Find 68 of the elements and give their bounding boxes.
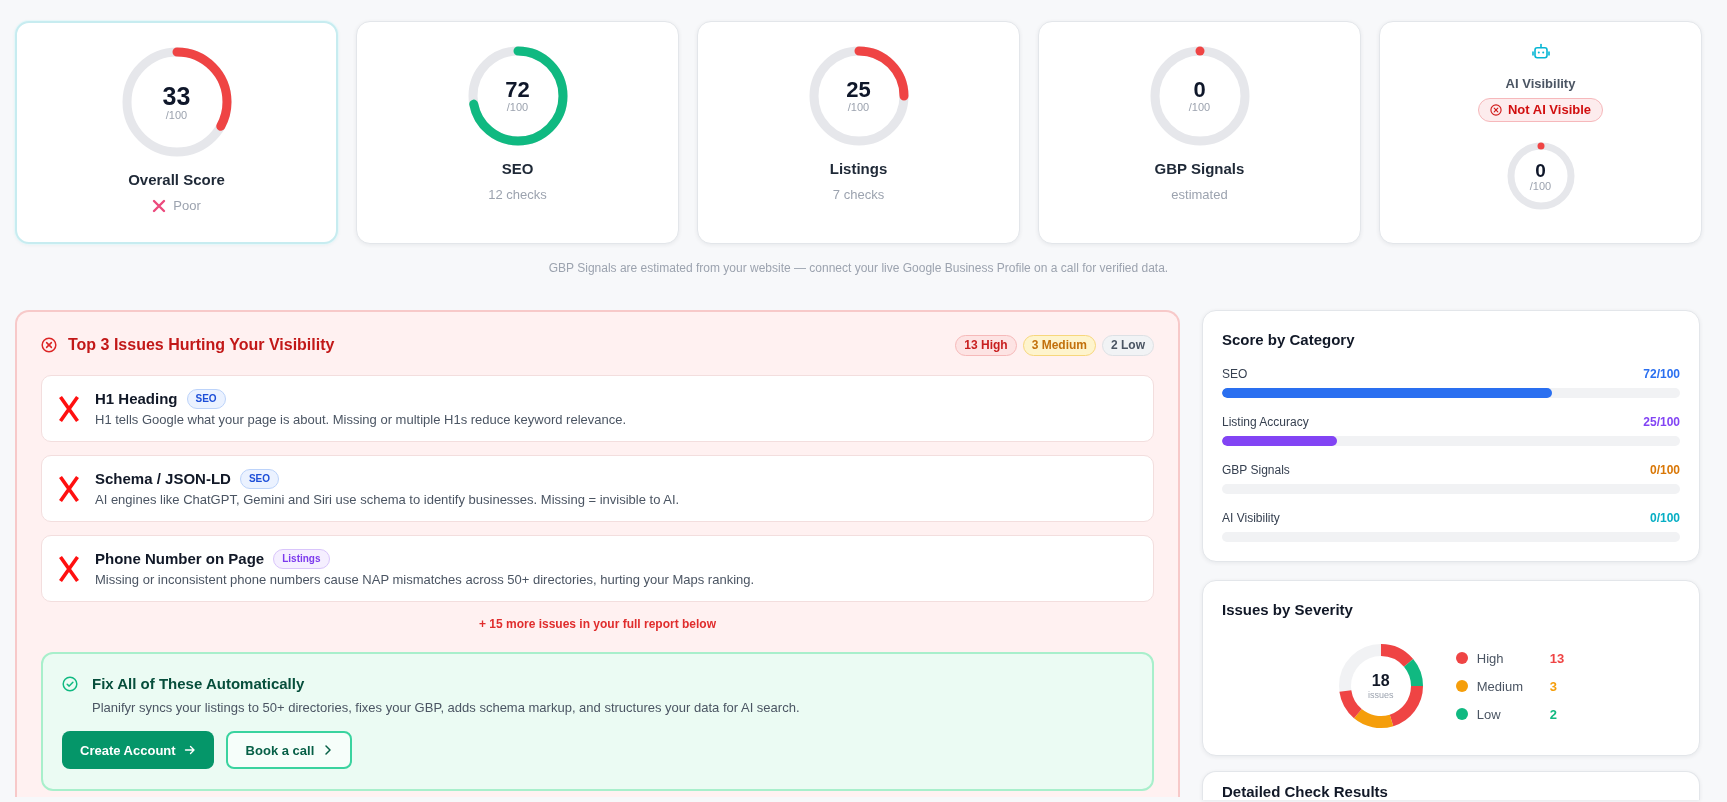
- card-title: SEO: [501, 160, 534, 178]
- create-account-button[interactable]: Create Account: [62, 731, 214, 769]
- legend-label: Low: [1476, 706, 1502, 722]
- issue-description: AI engines like ChatGPT, Gemini and Siri use schema to identify businesses. Missing = invisible to AI.: [95, 492, 680, 508]
- severity-count: 3 Medium: [1022, 334, 1096, 356]
- card-title: Issues by Severity: [1222, 601, 1354, 619]
- issue-title: Phone Number on Page: [95, 549, 265, 569]
- severity-count: 13 High: [955, 334, 1017, 356]
- category-label: AI Visibility: [1222, 511, 1280, 525]
- more-issues-text: + 15 more issues in your full report below: [477, 617, 718, 632]
- card-subtitle: estimated: [1171, 187, 1228, 203]
- category-value: 0/100: [1649, 511, 1680, 525]
- issue-title: H1 Heading: [95, 389, 178, 409]
- badge-label: Not AI Visible: [1507, 102, 1592, 118]
- category-label: GBP Signals: [1222, 463, 1290, 477]
- score-max: /100: [165, 108, 188, 121]
- score-value: 25: [846, 79, 871, 101]
- cross-icon: [58, 554, 80, 583]
- check-circle-icon: [62, 676, 78, 692]
- cross-icon: [152, 199, 167, 213]
- card-title: GBP Signals: [1154, 160, 1245, 178]
- score-value: 33: [162, 83, 191, 109]
- issue-title: Schema / JSON-LD: [95, 469, 231, 489]
- issue-description: Missing or inconsistent phone numbers cause NAP mismatches across 50+ directories, hurting your Maps ranking.: [95, 572, 755, 588]
- panel-title: Top 3 Issues Hurting Your Visibility: [68, 335, 335, 355]
- card-title: Listings: [829, 160, 888, 178]
- error-icon: [41, 337, 57, 353]
- arrow-right-icon: [183, 744, 196, 756]
- score-value: 0: [1193, 79, 1206, 101]
- score-max: /100: [1529, 179, 1552, 192]
- category-tag: SEO: [239, 469, 279, 489]
- score-max: /100: [506, 101, 529, 113]
- card-title: Overall Score: [128, 171, 225, 189]
- card-subtitle: 12 checks: [488, 187, 547, 203]
- error-icon: [1489, 104, 1502, 116]
- cta-description: Planifyr syncs your listings to 50+ directories, fixes your GBP, adds schema markup, and structures your data for AI search.: [91, 700, 801, 716]
- cross-icon: [58, 394, 80, 423]
- legend-count: 2: [1549, 706, 1558, 722]
- robot-icon: [1531, 43, 1550, 61]
- status-label: Poor: [173, 198, 201, 214]
- card-subtitle: 7 checks: [832, 187, 885, 203]
- category-value: 25/100: [1643, 415, 1680, 429]
- legend-count: 13: [1549, 650, 1565, 666]
- score-value: 0: [1535, 160, 1546, 180]
- category-tag: SEO: [186, 389, 226, 409]
- cta-title: Fix All of These Automatically: [92, 674, 305, 694]
- category-label: SEO: [1222, 367, 1248, 381]
- score-value: 72: [505, 79, 530, 101]
- issue-description: H1 tells Google what your page is about. Missing or multiple H1s reduce keyword relevance.: [95, 412, 627, 428]
- legend-label: High: [1476, 650, 1505, 666]
- score-max: /100: [847, 101, 870, 113]
- footnote-text: GBP Signals are estimated from your website — connect your live Google Business Profile on a call for verified data.: [547, 261, 1170, 276]
- cross-icon: [58, 474, 80, 503]
- card-title: Score by Category: [1222, 331, 1356, 349]
- category-label: Listing Accuracy: [1222, 415, 1309, 429]
- score-max: /100: [1188, 101, 1211, 113]
- legend-label: Medium: [1476, 678, 1524, 694]
- card-title: AI Visibility: [1505, 76, 1576, 91]
- book-call-button[interactable]: Book a call: [225, 731, 353, 769]
- category-tag: Listings: [273, 549, 330, 569]
- donut-caption: issues: [1368, 689, 1394, 701]
- card-title: Detailed Check Results: [1222, 784, 1389, 800]
- severity-count: 2 Low: [1102, 334, 1154, 356]
- category-value: 72/100: [1643, 367, 1680, 381]
- donut-total: 18: [1371, 671, 1390, 690]
- category-value: 0/100: [1649, 463, 1680, 477]
- legend-count: 3: [1549, 678, 1558, 694]
- chevron-right-icon: [324, 744, 333, 756]
